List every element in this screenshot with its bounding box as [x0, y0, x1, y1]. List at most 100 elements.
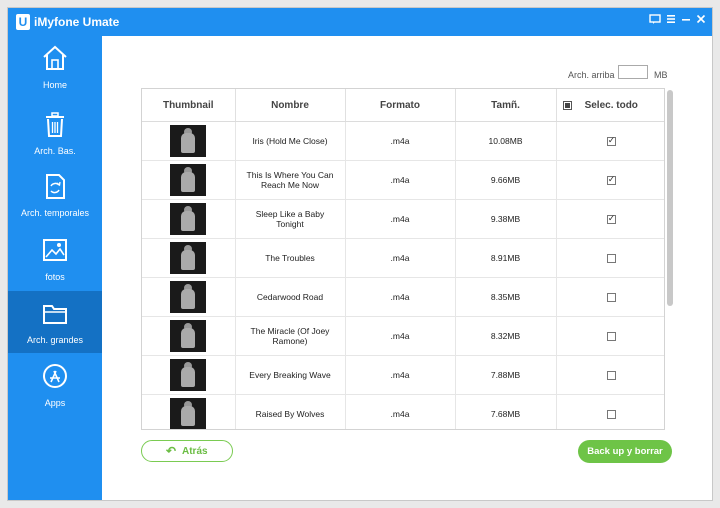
title-bar: U iMyfone Umate	[8, 8, 712, 36]
sidebar-item-label: Home	[42, 80, 67, 90]
select-cell[interactable]	[556, 355, 664, 395]
file-size: 8.91MB	[455, 238, 557, 278]
select-cell[interactable]	[556, 316, 664, 356]
folder-icon	[43, 305, 67, 324]
app-store-icon	[43, 364, 67, 388]
select-cell[interactable]	[556, 394, 664, 429]
column-header-size[interactable]: Tamñ.	[455, 89, 557, 122]
table-row[interactable]: The Miracle (Of Joey Ramone) .m4a 8.32MB	[142, 316, 664, 356]
file-format: .m4a	[345, 121, 456, 161]
main-content: Arch. arriba MB Thumbnail Nombre Formato…	[102, 36, 712, 500]
file-name: The Miracle (Of Joey Ramone)	[235, 316, 346, 356]
file-format: .m4a	[345, 355, 456, 395]
minimize-icon[interactable]	[679, 13, 693, 29]
sidebar-item-label: fotos	[45, 272, 65, 282]
scrollbar-thumb[interactable]	[667, 90, 673, 306]
sidebar-item-apps[interactable]: Apps	[8, 354, 102, 416]
thumbnail-cell	[142, 355, 236, 395]
file-format: .m4a	[345, 199, 456, 239]
file-format: .m4a	[345, 277, 456, 317]
row-checkbox[interactable]	[606, 254, 616, 264]
album-thumbnail	[170, 359, 207, 391]
file-format: .m4a	[345, 160, 456, 200]
file-name: Sleep Like a Baby Tonight	[235, 199, 346, 239]
table-header-row: Thumbnail Nombre Formato Tamñ. Selec. to…	[142, 89, 664, 122]
sidebar-item-fotos[interactable]: fotos	[8, 228, 102, 290]
row-checkbox[interactable]	[606, 135, 616, 147]
select-cell[interactable]	[556, 160, 664, 200]
table-row[interactable]: This Is Where You Can Reach Me Now .m4a 9.…	[142, 160, 664, 200]
file-size: 10.08MB	[455, 121, 557, 161]
column-header-format[interactable]: Formato	[345, 89, 456, 122]
sidebar-item-label: Apps	[44, 398, 66, 408]
file-size: 8.32MB	[455, 316, 557, 356]
app-logo: U	[16, 14, 30, 30]
thumbnail-cell	[142, 238, 236, 278]
table-row[interactable]: Raised By Wolves .m4a 7.68MB	[142, 394, 664, 429]
album-thumbnail	[170, 164, 207, 196]
row-checkbox[interactable]	[606, 410, 616, 420]
column-header-select-all[interactable]: Selec. todo	[556, 89, 664, 122]
select-cell[interactable]	[556, 199, 664, 239]
row-checkbox[interactable]	[606, 332, 616, 342]
table-row[interactable]: The Troubles .m4a 8.91MB	[142, 238, 664, 278]
row-checkbox[interactable]	[606, 174, 616, 186]
file-size: 8.35MB	[455, 277, 557, 317]
album-thumbnail	[170, 242, 207, 274]
select-all-checkbox[interactable]	[562, 100, 572, 110]
select-cell[interactable]	[556, 277, 664, 317]
backup-and-delete-button[interactable]: Back up y borrar	[578, 440, 672, 463]
album-thumbnail	[170, 203, 207, 235]
row-checkbox[interactable]	[606, 213, 616, 225]
sidebar-item-label: Arch. grandes	[26, 335, 84, 345]
size-filter-label: Arch. arriba	[568, 70, 615, 80]
thumbnail-cell	[142, 394, 236, 429]
album-thumbnail	[170, 125, 207, 157]
table-row[interactable]: Cedarwood Road .m4a 8.35MB	[142, 277, 664, 317]
sidebar-item-temporales[interactable]: Arch. temporales	[8, 164, 102, 226]
app-title: iMyfone Umate	[34, 15, 120, 29]
back-button-label: Atrás	[182, 446, 208, 457]
file-name: This Is Where You Can Reach Me Now	[235, 160, 346, 200]
column-header-name[interactable]: Nombre	[235, 89, 346, 122]
row-checkbox[interactable]	[606, 293, 616, 303]
sidebar-item-grandes[interactable]: Arch. grandes	[8, 291, 102, 353]
file-name: Raised By Wolves	[235, 394, 346, 429]
thumbnail-cell	[142, 121, 236, 161]
feedback-icon[interactable]	[648, 13, 662, 29]
file-name: The Troubles	[235, 238, 346, 278]
table-row[interactable]: Sleep Like a Baby Tonight .m4a 9.38MB	[142, 199, 664, 239]
close-icon[interactable]	[694, 13, 708, 29]
file-format: .m4a	[345, 394, 456, 429]
sidebar-item-basura[interactable]: Arch. Bas.	[8, 102, 102, 164]
sidebar-item-home[interactable]: Home	[8, 36, 102, 98]
table-row[interactable]: Every Breaking Wave .m4a 7.88MB	[142, 355, 664, 395]
file-format: .m4a	[345, 316, 456, 356]
menu-icon[interactable]	[664, 13, 678, 29]
thumbnail-cell	[142, 316, 236, 356]
sidebar-item-label: Arch. Bas.	[34, 146, 76, 156]
temp-files-icon	[46, 174, 65, 199]
select-cell[interactable]	[556, 121, 664, 161]
file-size: 7.68MB	[455, 394, 557, 429]
select-all-label: Selec. todo	[584, 99, 638, 111]
app-window: U iMyfone Umate Home Arch. Bas. Arch. te…	[7, 7, 713, 501]
home-icon	[43, 45, 67, 70]
trash-icon	[46, 112, 64, 137]
thumbnail-cell	[142, 199, 236, 239]
back-button[interactable]: ↶ Atrás	[141, 440, 233, 462]
album-thumbnail	[170, 398, 207, 429]
select-cell[interactable]	[556, 238, 664, 278]
row-checkbox[interactable]	[606, 371, 616, 381]
table-scrollbar[interactable]	[667, 90, 673, 430]
size-filter-input[interactable]	[618, 65, 648, 79]
file-format: .m4a	[345, 238, 456, 278]
table-row[interactable]: Iris (Hold Me Close) .m4a 10.08MB	[142, 121, 664, 161]
photo-icon	[43, 239, 67, 261]
file-name: Every Breaking Wave	[235, 355, 346, 395]
album-thumbnail	[170, 320, 207, 352]
file-size: 7.88MB	[455, 355, 557, 395]
back-arrow-icon: ↶	[166, 444, 177, 458]
thumbnail-cell	[142, 277, 236, 317]
files-table: Thumbnail Nombre Formato Tamñ. Selec. to…	[141, 88, 665, 430]
